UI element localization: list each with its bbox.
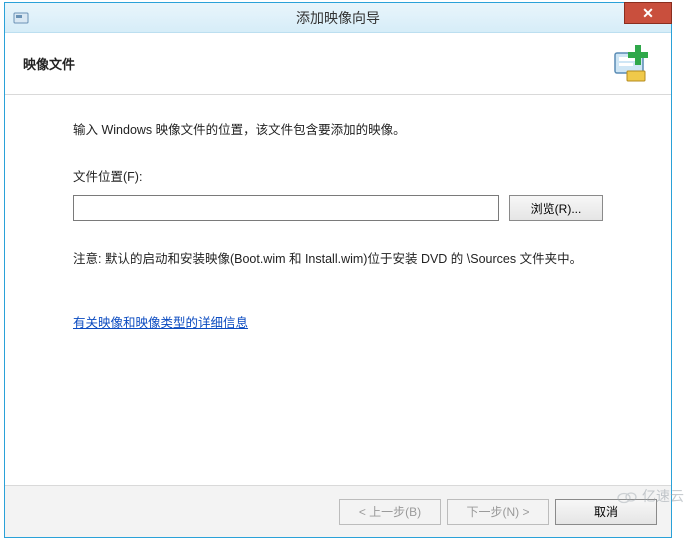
- app-icon: [13, 10, 29, 26]
- browse-button[interactable]: 浏览(R)...: [509, 195, 603, 221]
- note-text: 注意: 默认的启动和安装映像(Boot.wim 和 Install.wim)位于…: [73, 249, 603, 270]
- file-location-input[interactable]: [73, 195, 499, 221]
- next-button[interactable]: 下一步(N) >: [447, 499, 549, 525]
- back-button[interactable]: < 上一步(B): [339, 499, 441, 525]
- window-title: 添加映像向导: [296, 8, 380, 28]
- wizard-header: 映像文件: [5, 33, 671, 95]
- file-location-label: 文件位置(F):: [73, 166, 603, 185]
- more-info-link[interactable]: 有关映像和映像类型的详细信息: [73, 316, 248, 330]
- close-icon: ✕: [642, 5, 654, 22]
- cancel-button[interactable]: 取消: [555, 499, 657, 525]
- close-button[interactable]: ✕: [624, 2, 672, 24]
- wizard-footer: < 上一步(B) 下一步(N) > 取消: [5, 485, 671, 537]
- wizard-content: 输入 Windows 映像文件的位置，该文件包含要添加的映像。 文件位置(F):…: [5, 95, 671, 485]
- file-input-row: 浏览(R)...: [73, 195, 603, 221]
- image-wizard-icon: [613, 43, 657, 86]
- intro-text: 输入 Windows 映像文件的位置，该文件包含要添加的映像。: [73, 119, 603, 138]
- wizard-window: 添加映像向导 ✕ 映像文件 输入 Windows 映像文件的位置，该文件包含要添…: [4, 2, 672, 538]
- titlebar: 添加映像向导 ✕: [5, 3, 671, 33]
- page-title: 映像文件: [23, 54, 75, 73]
